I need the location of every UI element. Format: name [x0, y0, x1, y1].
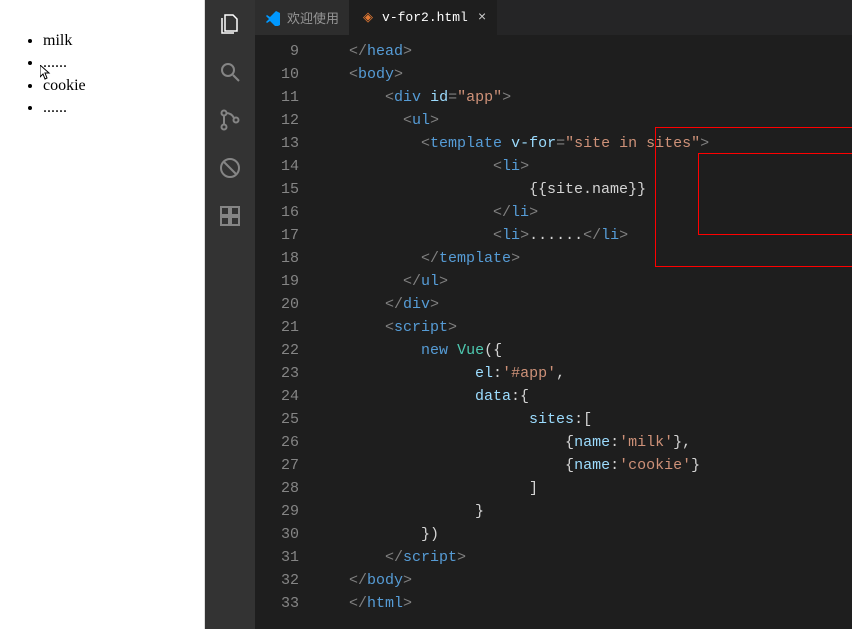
- tab-label: 欢迎使用: [287, 8, 339, 27]
- code-line[interactable]: </li>: [313, 201, 852, 224]
- code-line[interactable]: <li>......</li>: [313, 224, 852, 247]
- line-number: 23: [255, 362, 299, 385]
- code-line[interactable]: </head>: [313, 40, 852, 63]
- extensions-icon[interactable]: [216, 202, 244, 230]
- line-number: 11: [255, 86, 299, 109]
- html-icon: ◈: [360, 10, 376, 26]
- line-number: 17: [255, 224, 299, 247]
- line-number-gutter: 9101112131415161718192021222324252627282…: [255, 35, 313, 629]
- git-icon[interactable]: [216, 106, 244, 134]
- code-line[interactable]: </ul>: [313, 270, 852, 293]
- tab-welcome[interactable]: 欢迎使用: [255, 0, 350, 35]
- code-line[interactable]: </html>: [313, 592, 852, 615]
- line-number: 29: [255, 500, 299, 523]
- list-item: cookie: [43, 75, 204, 97]
- code-line[interactable]: </div>: [313, 293, 852, 316]
- search-icon[interactable]: [216, 58, 244, 86]
- code-line[interactable]: {name:'milk'},: [313, 431, 852, 454]
- line-number: 10: [255, 63, 299, 86]
- code-line[interactable]: <ul>: [313, 109, 852, 132]
- line-number: 26: [255, 431, 299, 454]
- line-number: 16: [255, 201, 299, 224]
- line-number: 31: [255, 546, 299, 569]
- code-line[interactable]: </script>: [313, 546, 852, 569]
- code-line[interactable]: sites:[: [313, 408, 852, 431]
- activity-bar: [205, 0, 255, 629]
- list-item: ......: [43, 52, 204, 74]
- code-line[interactable]: }: [313, 500, 852, 523]
- code-line[interactable]: <body>: [313, 63, 852, 86]
- line-number: 25: [255, 408, 299, 431]
- line-number: 24: [255, 385, 299, 408]
- close-icon[interactable]: ×: [478, 10, 486, 26]
- code-line[interactable]: el:'#app',: [313, 362, 852, 385]
- line-number: 32: [255, 569, 299, 592]
- line-number: 18: [255, 247, 299, 270]
- list-item: ......: [43, 97, 204, 119]
- code-line[interactable]: <script>: [313, 316, 852, 339]
- code-line[interactable]: <div id="app">: [313, 86, 852, 109]
- line-number: 21: [255, 316, 299, 339]
- line-number: 27: [255, 454, 299, 477]
- code-content[interactable]: </head> <body> <div id="app"> <ul> <temp…: [313, 35, 852, 629]
- tab-bar: 欢迎使用 ◈ v-for2.html ×: [255, 0, 852, 35]
- line-number: 33: [255, 592, 299, 615]
- tab-vfor2[interactable]: ◈ v-for2.html ×: [350, 0, 497, 35]
- line-number: 19: [255, 270, 299, 293]
- line-number: 9: [255, 40, 299, 63]
- debug-icon[interactable]: [216, 154, 244, 182]
- code-line[interactable]: {{site.name}}: [313, 178, 852, 201]
- browser-output-panel: milk ...... cookie ......: [0, 0, 205, 629]
- code-line[interactable]: </template>: [313, 247, 852, 270]
- code-line[interactable]: new Vue({: [313, 339, 852, 362]
- line-number: 30: [255, 523, 299, 546]
- line-number: 22: [255, 339, 299, 362]
- line-number: 14: [255, 155, 299, 178]
- code-line[interactable]: <li>: [313, 155, 852, 178]
- vscode-icon: [265, 10, 281, 26]
- line-number: 15: [255, 178, 299, 201]
- code-line[interactable]: }): [313, 523, 852, 546]
- line-number: 13: [255, 132, 299, 155]
- list-item: milk: [43, 30, 204, 52]
- tab-label: v-for2.html: [382, 10, 468, 25]
- output-list: milk ...... cookie ......: [25, 30, 204, 120]
- code-line[interactable]: ]: [313, 477, 852, 500]
- line-number: 12: [255, 109, 299, 132]
- code-line[interactable]: </body>: [313, 569, 852, 592]
- line-number: 20: [255, 293, 299, 316]
- line-number: 28: [255, 477, 299, 500]
- code-editor[interactable]: 9101112131415161718192021222324252627282…: [255, 35, 852, 629]
- code-line[interactable]: {name:'cookie'}: [313, 454, 852, 477]
- files-icon[interactable]: [216, 10, 244, 38]
- editor-area: 欢迎使用 ◈ v-for2.html × 9101112131415161718…: [255, 0, 852, 629]
- code-line[interactable]: <template v-for="site in sites">: [313, 132, 852, 155]
- code-line[interactable]: data:{: [313, 385, 852, 408]
